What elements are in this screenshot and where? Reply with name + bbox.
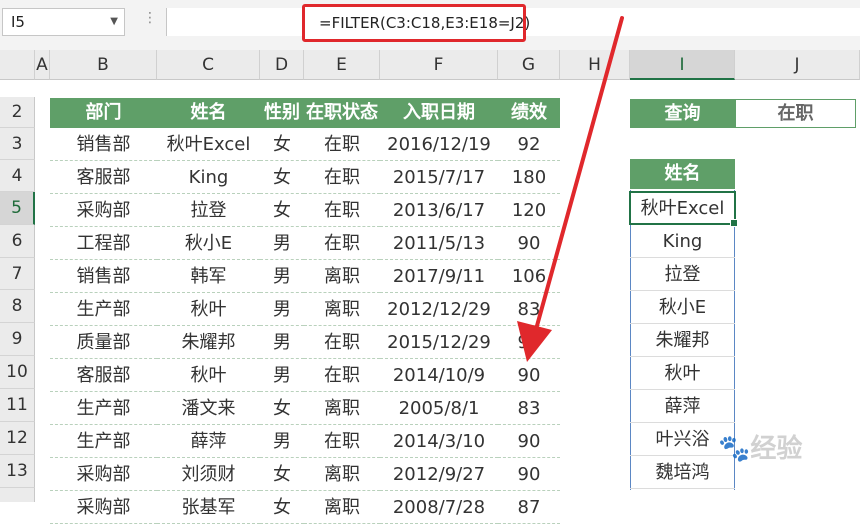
annotation-arrow — [517, 16, 624, 362]
